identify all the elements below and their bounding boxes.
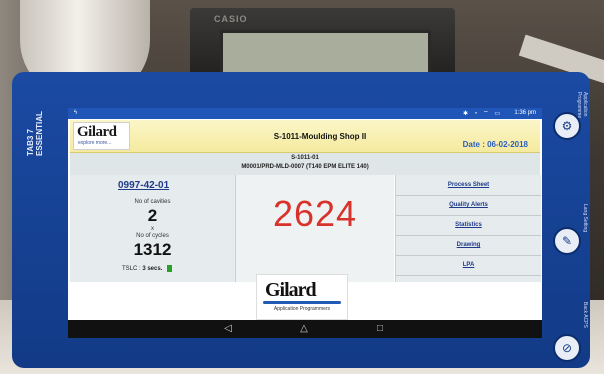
android-nav-bar: ◁ △ □: [68, 320, 542, 338]
calculator-brand: CASIO: [214, 14, 248, 24]
tablet-screen: ϟ ✱ ◔ ⌔ ▭ 1:36 pm Gilard explore more...…: [68, 108, 542, 338]
tslc-value: 3 secs.: [142, 266, 163, 273]
tslc-status-indicator: [167, 265, 173, 272]
mould-code-link[interactable]: 0997-42-01: [118, 180, 169, 191]
date-label: Date : 06-02-2018: [462, 140, 528, 149]
photo-backdrop: CASIO TAB3 7 ESSENTIAL ⚙ Application Pro…: [0, 0, 604, 374]
machine-info-band: S-1011-01 M0001/PRD-MLD-0007 (T140 EPM E…: [70, 153, 540, 175]
cycles-value: 1312: [133, 240, 172, 259]
recent-apps-icon[interactable]: □: [370, 322, 390, 336]
side-label-back: Back ACPS: [582, 302, 588, 328]
notification-icon: ϟ: [74, 110, 78, 116]
shot-counter: 2624: [272, 193, 358, 234]
tslc-readout: TSLC : 3 secs.: [122, 265, 173, 273]
gilard-logo[interactable]: Gilard explore more...: [73, 122, 130, 150]
quality-alerts-link[interactable]: Quality Alerts: [396, 196, 541, 216]
logo-text: Gilard: [77, 124, 117, 140]
statistics-link[interactable]: Statistics: [396, 216, 541, 236]
cycles-label: No of cycles: [136, 233, 169, 239]
cavities-value: 2: [147, 206, 158, 225]
tslc-label: TSLC :: [122, 266, 141, 273]
footer-logo-text: Gilard: [265, 279, 317, 301]
cavities-label: No of cavities: [134, 199, 171, 205]
side-label-lang: Lang Setting: [582, 204, 588, 233]
mould-details-panel: 0997-42-01 No of cavities 2 x No of cycl…: [70, 175, 236, 282]
machine-program: M0001/PRD-MLD-0007 (T140 EPM ELITE 140): [241, 164, 369, 170]
counter-panel: 2624: [236, 175, 394, 282]
footer-logo: Gilard Application Programmers: [256, 274, 348, 320]
page-title: S-1011-Moulding Shop II: [273, 132, 367, 141]
multiply-symbol: x: [151, 226, 154, 232]
side-label-app: Application Programme: [576, 92, 588, 119]
drawing-link[interactable]: Drawing: [396, 236, 541, 256]
app-header: Gilard explore more... S-1011-Moulding S…: [70, 120, 540, 153]
home-nav-icon[interactable]: △: [294, 322, 314, 336]
machine-id: S-1011-01: [291, 155, 319, 161]
process-sheet-link[interactable]: Process Sheet: [396, 176, 541, 196]
tablet-model-label: TAB3 7 ESSENTIAL: [26, 111, 44, 156]
footer-tagline: Application Programmers: [273, 306, 331, 312]
status-icons: ✱ ◔ ⌔ ▭: [463, 111, 502, 117]
android-status-bar: ϟ ✱ ◔ ⌔ ▭ 1:36 pm: [68, 108, 542, 119]
links-panel: Process Sheet Quality Alerts Statistics …: [395, 175, 541, 282]
back-nav-icon[interactable]: ◁: [218, 322, 238, 336]
logo-tagline: explore more...: [78, 140, 112, 146]
footer-swoosh: [263, 301, 341, 304]
lpa-link[interactable]: LPA: [396, 256, 541, 276]
status-time: 1:36 pm: [514, 110, 536, 116]
